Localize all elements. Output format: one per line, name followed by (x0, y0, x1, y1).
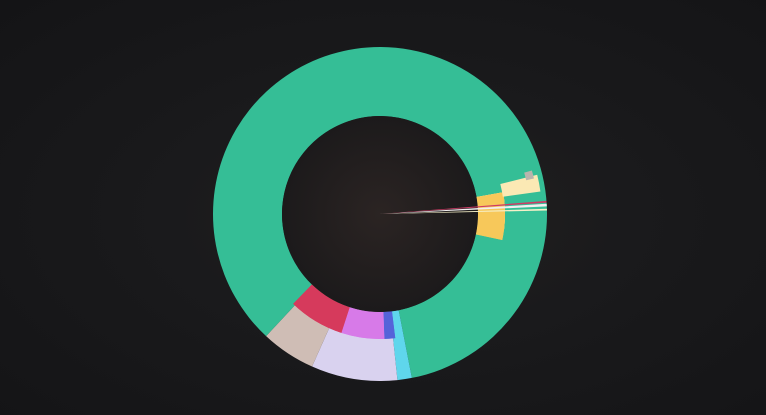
inner-ring-segment-1 (475, 192, 505, 240)
chart-stage (0, 0, 766, 415)
sunburst-chart (213, 46, 548, 381)
